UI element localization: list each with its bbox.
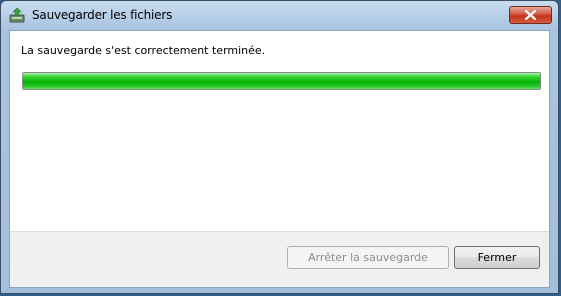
title-bar[interactable]: Sauvegarder les fichiers bbox=[1, 1, 558, 29]
close-button[interactable]: Fermer bbox=[454, 246, 540, 269]
backup-progress-bar bbox=[22, 72, 541, 90]
dialog-footer: Arrêter la sauvegarde Fermer bbox=[10, 231, 549, 287]
close-window-button[interactable] bbox=[509, 6, 552, 24]
backup-icon bbox=[9, 7, 25, 23]
progress-fill bbox=[23, 73, 540, 89]
status-message: La sauvegarde s'est correctement terminé… bbox=[21, 44, 266, 57]
stop-backup-button[interactable]: Arrêter la sauvegarde bbox=[287, 246, 449, 269]
backup-dialog: Sauvegarder les fichiers La sauvegarde s… bbox=[0, 0, 559, 294]
dialog-content: La sauvegarde s'est correctement terminé… bbox=[9, 30, 550, 288]
close-icon bbox=[525, 10, 536, 20]
window-title: Sauvegarder les fichiers bbox=[32, 8, 173, 22]
